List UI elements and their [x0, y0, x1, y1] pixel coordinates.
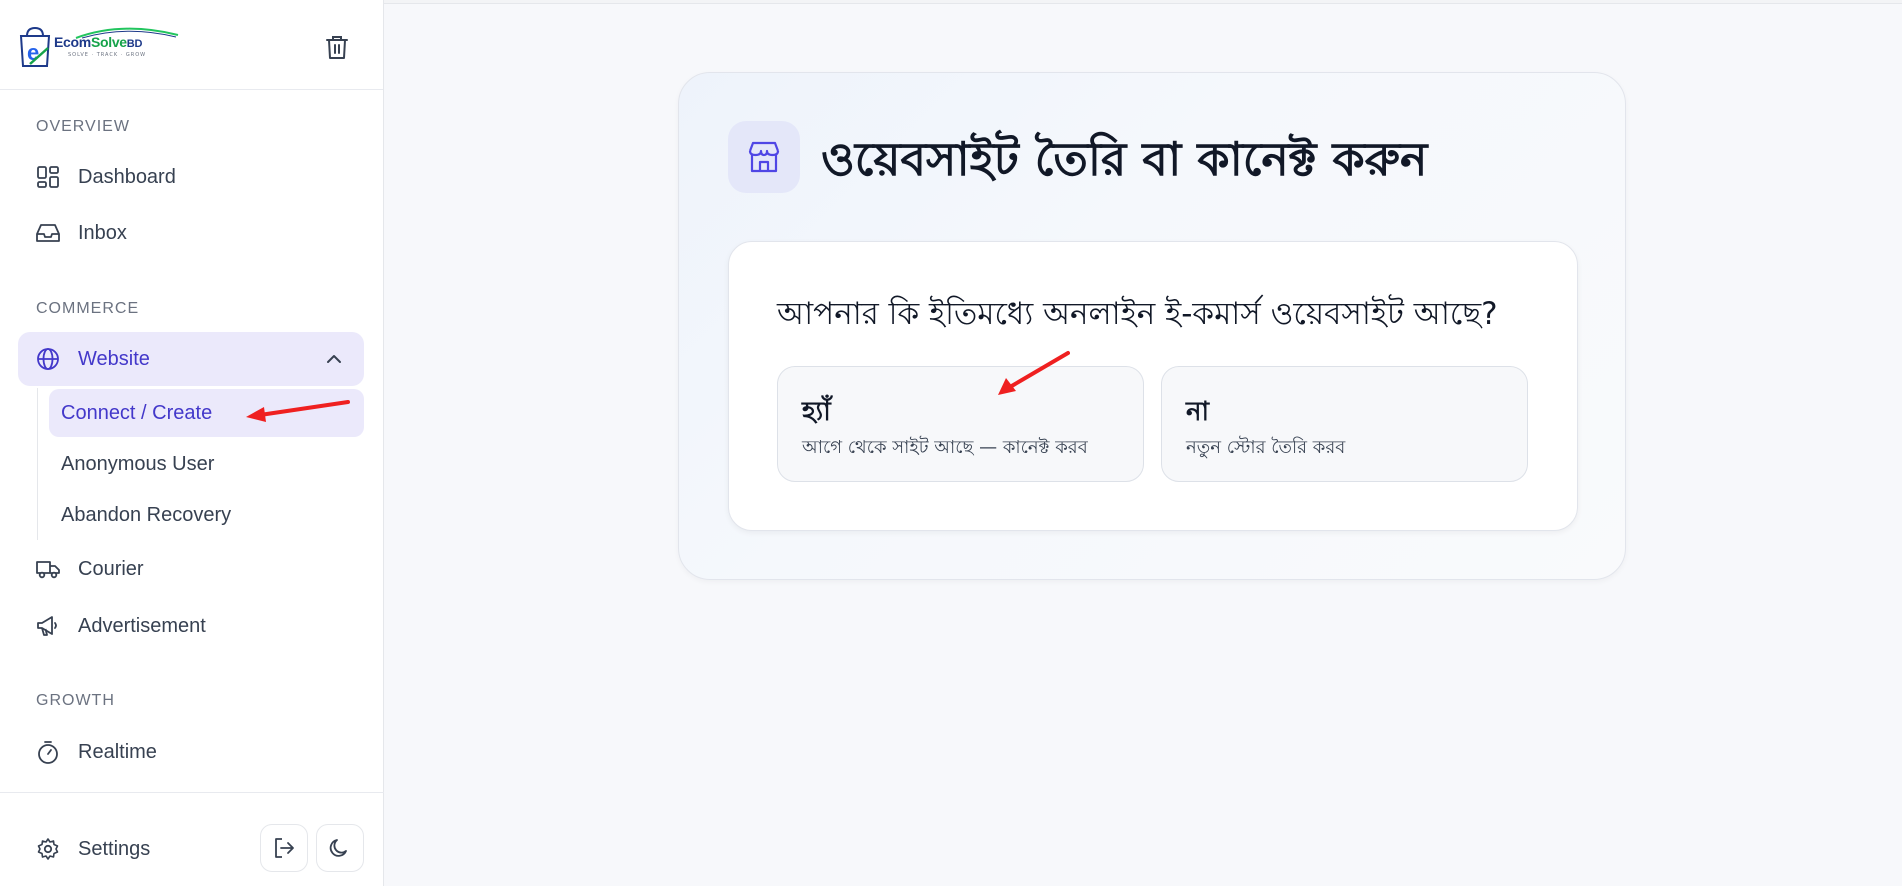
sidebar-item-label: Advertisement	[78, 614, 206, 637]
dashboard-icon	[36, 165, 60, 189]
sidebar-subitem-connect-create[interactable]: Connect / Create	[49, 389, 364, 437]
chevron-up-icon[interactable]	[324, 349, 344, 369]
globe-icon	[36, 347, 60, 371]
sidebar-subitem-label: Anonymous User	[61, 452, 215, 475]
trash-button[interactable]	[322, 32, 352, 62]
sidebar: e EcomSolveBD SOLVE · TRACK · GROW OVERV…	[0, 0, 384, 886]
logo[interactable]: e EcomSolveBD SOLVE · TRACK · GROW	[18, 26, 179, 67]
question-card: আপনার কি ইতিমধ্যে অনলাইন ই-কমার্স ওয়েবস…	[728, 241, 1578, 531]
option-subtitle: নতুন স্টোর তৈরি করব	[1186, 437, 1346, 458]
logo-wordmark: EcomSolveBD SOLVE · TRACK · GROW	[54, 27, 179, 58]
option-title: হ্যাঁ	[802, 397, 831, 427]
section-commerce: COMMERCE	[36, 300, 140, 317]
brand-header: e EcomSolveBD SOLVE · TRACK · GROW	[0, 0, 383, 90]
option-title: না	[1186, 397, 1210, 427]
option-no-button[interactable]: না নতুন স্টোর তৈরি করব	[1161, 366, 1528, 482]
sidebar-item-label: Website	[78, 347, 150, 370]
logo-name-suffix: BD	[126, 37, 143, 50]
sidebar-item-label: Realtime	[78, 740, 157, 763]
megaphone-icon	[36, 614, 60, 638]
sidebar-item-label: Settings	[78, 837, 151, 860]
option-subtitle: আগে থেকে সাইট আছে — কানেক্ট করব	[802, 437, 1088, 458]
website-setup-card: ওয়েবসাইট তৈরি বা কানেক্ট করুন আপনার কি …	[678, 72, 1626, 580]
sidebar-item-advertisement[interactable]: Advertisement	[18, 599, 364, 653]
gear-icon	[36, 837, 60, 861]
sidebar-item-website[interactable]: Website	[18, 332, 364, 386]
trash-icon	[326, 36, 348, 59]
logo-tagline: SOLVE · TRACK · GROW	[68, 51, 147, 58]
page-title: ওয়েবসাইট তৈরি বা কানেক্ট করুন	[821, 132, 1428, 186]
subnav-guide-line	[37, 388, 38, 540]
truck-icon	[36, 557, 60, 581]
question-text: আপনার কি ইতিমধ্যে অনলাইন ই-কমার্স ওয়েবস…	[777, 296, 1498, 332]
sidebar-subitem-label: Connect / Create	[61, 401, 213, 424]
logo-swoosh-icon	[75, 27, 179, 39]
moon-icon	[329, 839, 347, 857]
sidebar-item-label: Courier	[78, 557, 144, 580]
dark-mode-toggle[interactable]	[316, 824, 364, 872]
store-icon	[728, 121, 800, 193]
stopwatch-icon	[36, 740, 60, 764]
sidebar-item-courier[interactable]: Courier	[18, 542, 364, 596]
sidebar-item-inbox[interactable]: Inbox	[18, 206, 364, 260]
sidebar-item-settings[interactable]: Settings	[18, 822, 238, 876]
logo-bag-icon: e	[18, 26, 52, 67]
logout-icon	[275, 838, 294, 858]
sidebar-item-dashboard[interactable]: Dashboard	[18, 150, 364, 204]
inbox-icon	[36, 221, 60, 245]
section-overview: OVERVIEW	[36, 118, 130, 135]
option-yes-button[interactable]: হ্যাঁ আগে থেকে সাইট আছে — কানেক্ট করব	[777, 366, 1144, 482]
sidebar-item-label: Dashboard	[78, 165, 176, 188]
sidebar-item-realtime[interactable]: Realtime	[18, 725, 364, 779]
logout-button[interactable]	[260, 824, 308, 872]
sidebar-subitem-abandon-recovery[interactable]: Abandon Recovery	[49, 491, 364, 539]
sidebar-subitem-anonymous-user[interactable]: Anonymous User	[49, 440, 364, 488]
section-growth: GROWTH	[36, 692, 115, 709]
sidebar-subitem-label: Abandon Recovery	[61, 503, 232, 526]
sidebar-item-label: Inbox	[78, 221, 127, 244]
